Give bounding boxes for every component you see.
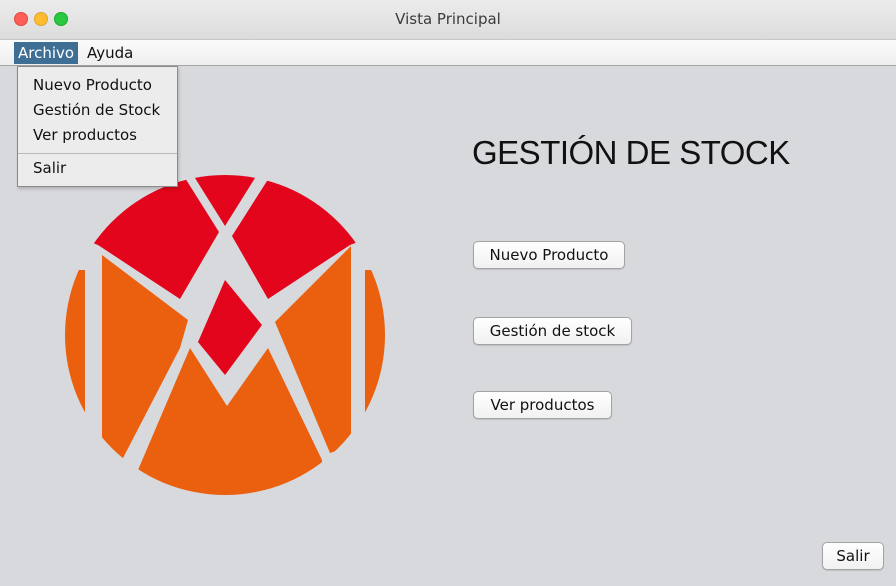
window-title: Vista Principal (395, 10, 501, 28)
logo-segment (365, 270, 385, 495)
menu-item-ver-productos[interactable]: Ver productos (33, 126, 137, 144)
page-title: GESTIÓN DE STOCK (472, 134, 790, 171)
menu-item-nuevo-producto[interactable]: Nuevo Producto (33, 76, 152, 94)
logo-segment (198, 280, 262, 375)
logo-icon (65, 175, 385, 495)
logo-segment (65, 270, 85, 495)
menu-item-gestion-stock[interactable]: Gestión de Stock (33, 101, 160, 119)
title-bar: Vista Principal (0, 0, 896, 40)
menu-archivo[interactable]: Archivo (14, 42, 79, 64)
menu-separator (18, 153, 177, 154)
ver-productos-button[interactable]: Ver productos (473, 391, 612, 419)
menu-bar: Archivo Ayuda (0, 40, 896, 66)
archivo-dropdown-menu: Nuevo Producto Gestión de Stock Ver prod… (17, 66, 178, 187)
menu-ayuda[interactable]: Ayuda (83, 42, 137, 64)
menu-item-salir[interactable]: Salir (33, 159, 66, 177)
gestion-stock-button[interactable]: Gestión de stock (473, 317, 632, 345)
nuevo-producto-button[interactable]: Nuevo Producto (473, 241, 625, 269)
salir-button[interactable]: Salir (822, 542, 884, 570)
